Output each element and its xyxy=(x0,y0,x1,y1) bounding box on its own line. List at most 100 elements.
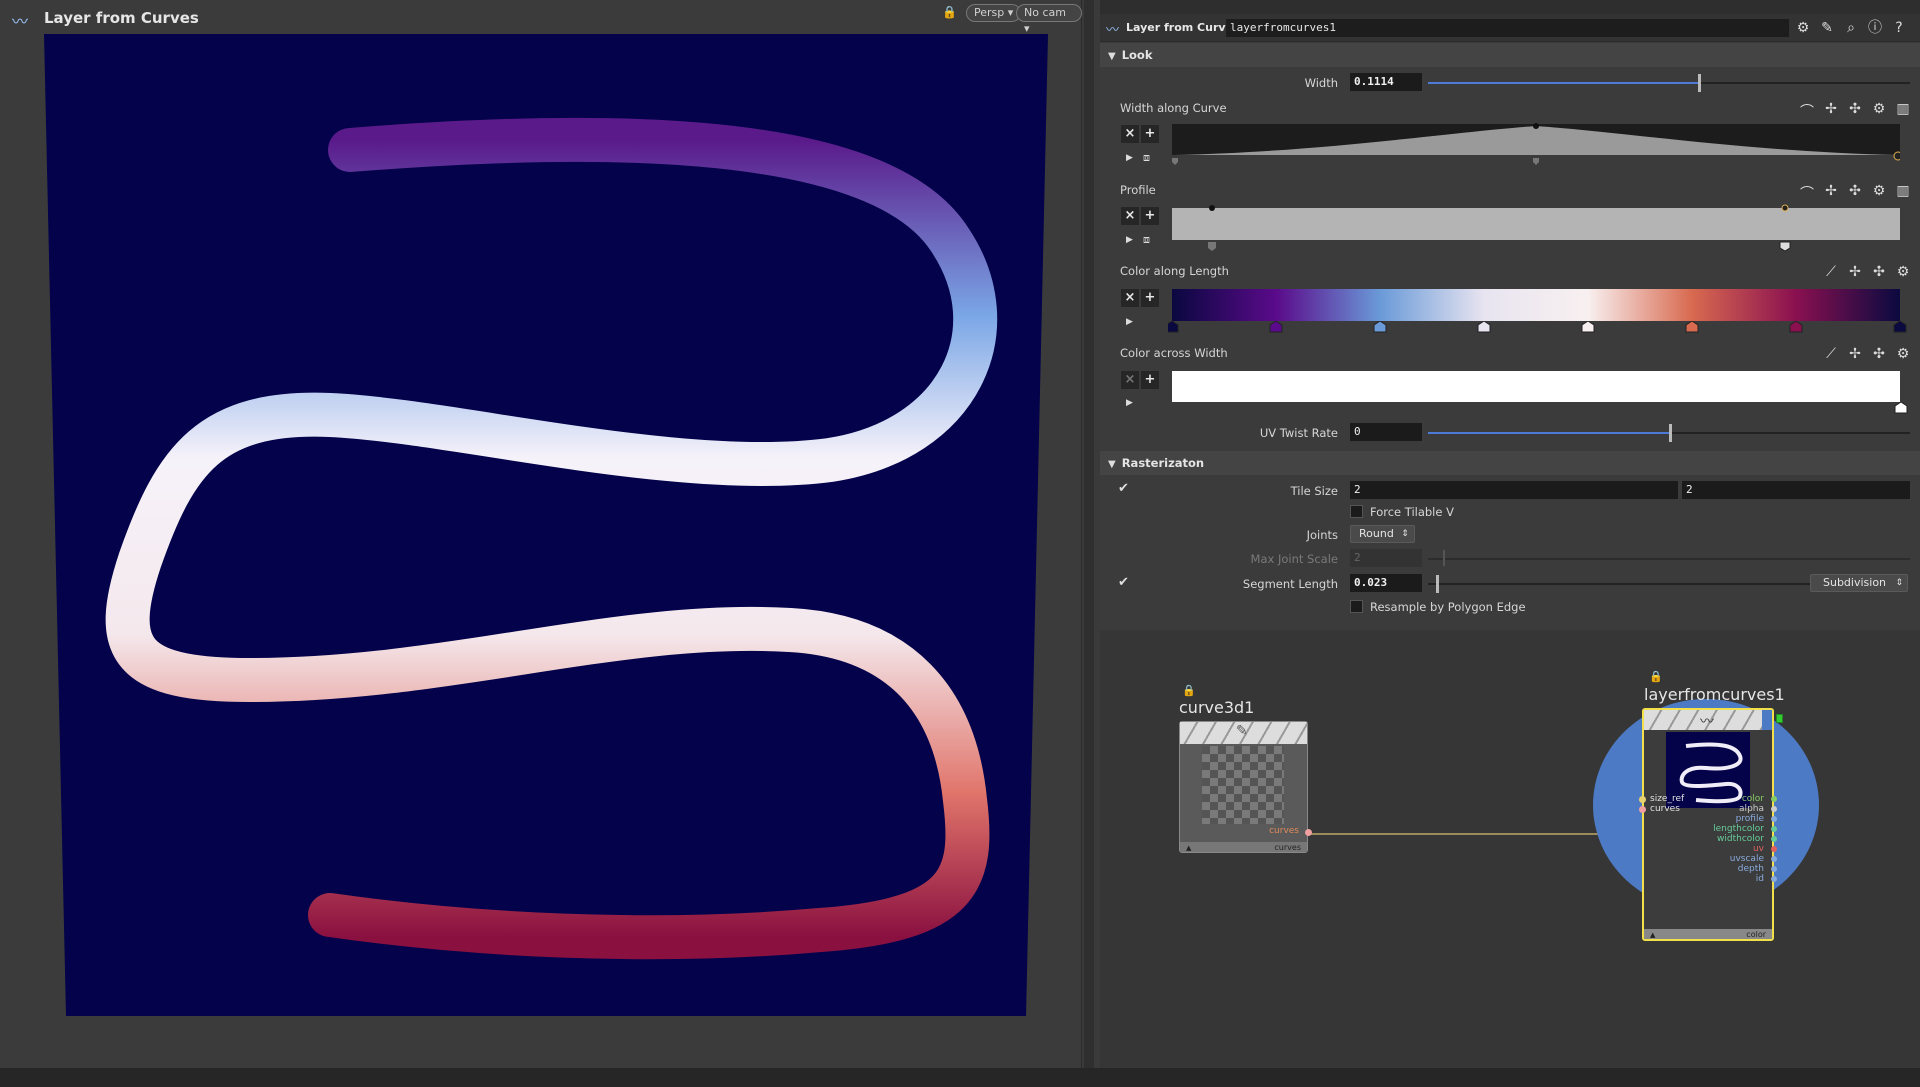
add-point-button[interactable]: + xyxy=(1141,289,1159,307)
remove-point-button[interactable]: × xyxy=(1121,371,1139,389)
pane-splitter[interactable] xyxy=(1084,0,1094,1068)
output-port-depth[interactable] xyxy=(1771,866,1777,872)
output-port-uv[interactable] xyxy=(1771,846,1777,852)
output-port-color[interactable] xyxy=(1771,796,1777,802)
color-length-stop-markers[interactable] xyxy=(1168,321,1908,335)
help-icon[interactable]: ? xyxy=(1890,19,1908,37)
color-stop-marker[interactable] xyxy=(1581,321,1595,333)
node-name-field[interactable]: layerfromcurves1 xyxy=(1226,19,1789,37)
tile-size-x-field[interactable]: 2 xyxy=(1350,481,1678,499)
width-slider-handle[interactable] xyxy=(1698,74,1701,92)
color-stop-marker[interactable] xyxy=(1893,321,1907,333)
add-point-button[interactable]: + xyxy=(1141,125,1159,143)
width-ramp[interactable] xyxy=(1172,122,1900,170)
expand-icon[interactable]: ⧈ xyxy=(1143,151,1150,165)
segment-length-field[interactable]: 0.023 xyxy=(1350,574,1422,592)
output-port-label: alpha xyxy=(1739,804,1764,814)
expand-icon[interactable]: ⧈ xyxy=(1143,233,1150,247)
gradient-icon[interactable]: ▥ xyxy=(1894,101,1912,119)
resample-checkbox[interactable] xyxy=(1350,600,1363,613)
footer-triangle-icon: ▲ xyxy=(1650,931,1656,939)
move-point-icon[interactable]: ✣ xyxy=(1870,346,1888,364)
curve-node[interactable]: ✎ curves ▲ curves xyxy=(1179,721,1312,853)
linear-icon[interactable]: ⟋ xyxy=(1822,346,1840,364)
add-point-icon[interactable]: ✢ xyxy=(1822,101,1840,119)
display-flag[interactable] xyxy=(1762,710,1772,730)
uv-twist-slider-handle[interactable] xyxy=(1669,424,1672,442)
persp-menu-button[interactable]: Persp ▾ xyxy=(966,4,1022,22)
gear-icon[interactable]: ⚙ xyxy=(1894,346,1912,364)
info-icon[interactable]: ⓘ xyxy=(1866,19,1884,37)
play-icon[interactable]: ▶ xyxy=(1126,317,1133,327)
move-point-icon[interactable]: ✣ xyxy=(1846,183,1864,201)
width-field[interactable]: 0.1114 xyxy=(1350,73,1422,91)
linear-icon[interactable]: ⟋ xyxy=(1822,264,1840,282)
spline-icon[interactable]: ⌒ xyxy=(1798,183,1816,202)
viewport-canvas[interactable] xyxy=(0,0,1082,1068)
play-icon[interactable]: ▶ xyxy=(1126,153,1133,163)
joints-dropdown[interactable]: Round ⇕ xyxy=(1350,525,1415,543)
add-point-button[interactable]: + xyxy=(1141,207,1159,225)
search-icon[interactable]: ⌕ xyxy=(1842,19,1860,37)
rasterization-section-header[interactable]: ▼ Rasterizaton xyxy=(1100,451,1920,475)
output-port-label: id xyxy=(1755,874,1764,884)
remove-point-button[interactable]: × xyxy=(1121,125,1139,143)
add-point-icon[interactable]: ✢ xyxy=(1846,264,1864,282)
output-port-alpha[interactable] xyxy=(1771,806,1777,812)
gear-icon[interactable]: ⚙ xyxy=(1870,183,1888,201)
output-flag[interactable] xyxy=(1776,714,1783,723)
input-port-size_ref[interactable] xyxy=(1639,796,1646,803)
add-point-icon[interactable]: ✢ xyxy=(1846,346,1864,364)
collapse-triangle-icon: ▼ xyxy=(1108,459,1116,470)
output-port-widthcolor[interactable] xyxy=(1771,836,1777,842)
color-along-length-ramp[interactable] xyxy=(1172,289,1900,321)
color-stop-marker[interactable] xyxy=(1269,321,1283,333)
output-port-id[interactable] xyxy=(1771,876,1777,882)
add-point-button[interactable]: + xyxy=(1141,371,1159,389)
segment-mode-dropdown[interactable]: Subdivision ⇕ xyxy=(1810,574,1908,592)
color-stop-marker[interactable] xyxy=(1789,321,1803,333)
segment-length-slider-handle[interactable] xyxy=(1436,575,1439,593)
curve-node-name[interactable]: curve3d1 xyxy=(1179,698,1254,717)
play-icon[interactable]: ▶ xyxy=(1126,235,1133,245)
gear-icon[interactable]: ⚙ xyxy=(1794,19,1812,37)
lock-icon[interactable]: 🔒 xyxy=(942,5,957,19)
force-tilable-checkbox[interactable] xyxy=(1350,505,1363,518)
output-port-uvscale[interactable] xyxy=(1771,856,1777,862)
layer-node[interactable]: 〰 size_ref curves color alpha profile length… xyxy=(1639,708,1777,941)
color-stop-marker[interactable] xyxy=(1685,321,1699,333)
move-point-icon[interactable]: ✣ xyxy=(1870,264,1888,282)
node-lock-icon[interactable]: 🔒 xyxy=(1182,684,1196,697)
gradient-icon[interactable]: ▥ xyxy=(1894,183,1912,201)
remove-point-button[interactable]: × xyxy=(1121,289,1139,307)
output-port-profile[interactable] xyxy=(1771,816,1777,822)
collapse-triangle-icon: ▼ xyxy=(1108,51,1116,62)
profile-ramp[interactable] xyxy=(1172,204,1900,252)
output-port-label: depth xyxy=(1737,864,1764,874)
color-width-stop-marker[interactable] xyxy=(1894,402,1908,414)
color-stop-marker[interactable] xyxy=(1477,321,1491,333)
gear-icon[interactable]: ⚙ xyxy=(1894,264,1912,282)
curves-output-port[interactable] xyxy=(1305,829,1312,836)
remove-point-button[interactable]: × xyxy=(1121,207,1139,225)
color-stop-marker[interactable] xyxy=(1168,321,1179,333)
input-port-curves[interactable] xyxy=(1639,806,1646,813)
uv-twist-rate-field[interactable]: 0 xyxy=(1350,423,1422,441)
play-icon[interactable]: ▶ xyxy=(1126,398,1133,408)
viewport-pane[interactable]: 〰 Layer from Curves 🔒 Persp ▾ No cam ▾ xyxy=(0,0,1082,1087)
curve-node-footer-label: curves xyxy=(1274,843,1301,852)
network-pane[interactable]: 🔒 curve3d1 ✎ curves ▲ curves 🔒 layerfrom… xyxy=(1100,630,1920,1068)
spline-icon[interactable]: ⌒ xyxy=(1798,101,1816,120)
color-stop-marker[interactable] xyxy=(1373,321,1387,333)
node-lock-icon[interactable]: 🔒 xyxy=(1649,670,1663,683)
tile-size-y-field[interactable]: 2 xyxy=(1682,481,1910,499)
brush-icon[interactable]: ✎ xyxy=(1818,19,1836,37)
layer-node-name[interactable]: layerfromcurves1 xyxy=(1644,685,1785,704)
look-section-header[interactable]: ▼ Look xyxy=(1100,43,1920,67)
move-point-icon[interactable]: ✣ xyxy=(1846,101,1864,119)
camera-menu-button[interactable]: No cam ▾ xyxy=(1016,4,1082,35)
output-port-lengthcolor[interactable] xyxy=(1771,826,1777,832)
add-point-icon[interactable]: ✢ xyxy=(1822,183,1840,201)
color-across-width-ramp[interactable] xyxy=(1172,371,1900,402)
gear-icon[interactable]: ⚙ xyxy=(1870,101,1888,119)
